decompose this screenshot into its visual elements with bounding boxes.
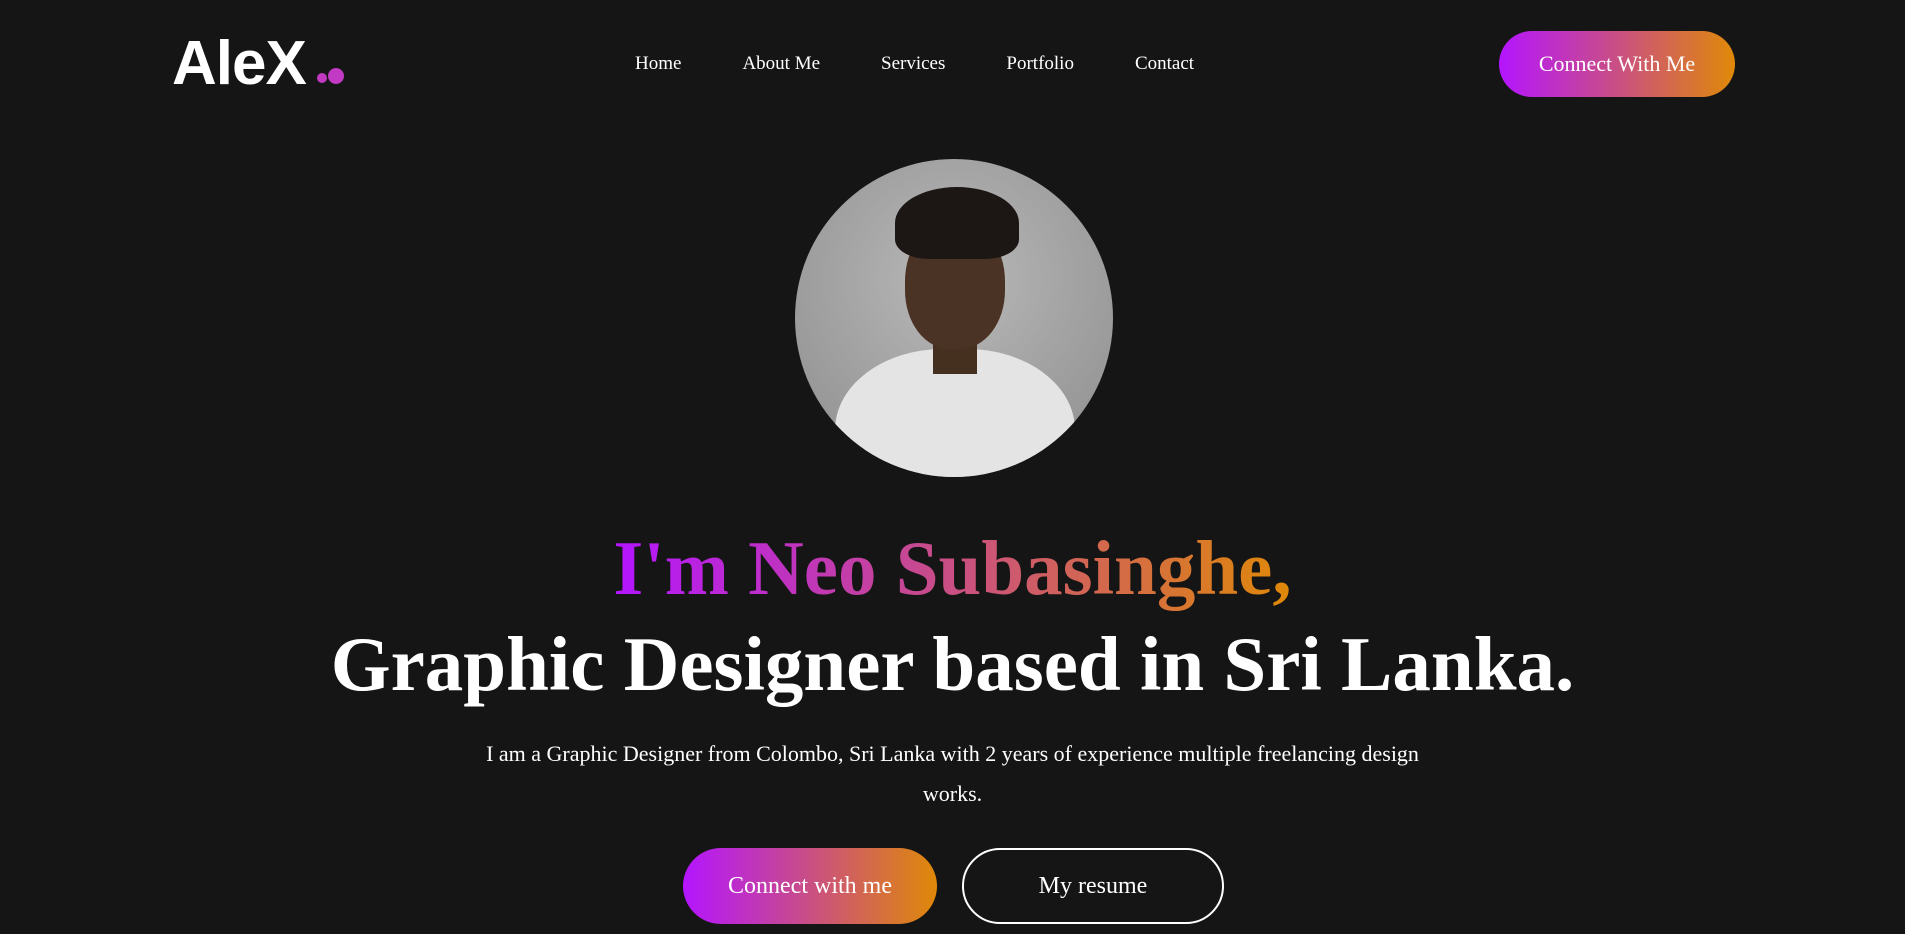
navbar: AleX Home About Me Services Portfolio Co… xyxy=(0,0,1905,130)
nav-connect-button[interactable]: Connect With Me xyxy=(1499,31,1735,97)
nav-item-home[interactable]: Home xyxy=(635,52,681,76)
hero-role: Graphic Designer based in Sri Lanka. xyxy=(330,621,1575,707)
hero-description: I am a Graphic Designer from Colombo, Sr… xyxy=(486,741,1419,806)
resume-button[interactable]: My resume xyxy=(962,848,1224,924)
nav-item-portfolio[interactable]: Portfolio xyxy=(1006,52,1074,76)
hero-connect-button[interactable]: Connect with me xyxy=(683,848,937,924)
profile-photo-hair xyxy=(895,187,1019,259)
logo-text: AleX xyxy=(172,29,307,98)
portfolio-page: AleX Home About Me Services Portfolio Co… xyxy=(0,0,1905,934)
nav-item-services[interactable]: Services xyxy=(881,52,945,76)
hero-name: I'm Neo Subasinghe, xyxy=(613,525,1292,611)
hero-headline: I'm Neo Subasinghe, Graphic Designer bas… xyxy=(0,520,1905,712)
nav-item-contact[interactable]: Contact xyxy=(1135,52,1194,76)
nav-menu: Home About Me Services Portfolio Contact xyxy=(635,52,1194,76)
logo[interactable]: AleX xyxy=(172,28,352,100)
nav-item-about-me[interactable]: About Me xyxy=(742,52,820,76)
logo-accent-icon xyxy=(328,68,344,84)
profile-photo xyxy=(795,159,1113,477)
